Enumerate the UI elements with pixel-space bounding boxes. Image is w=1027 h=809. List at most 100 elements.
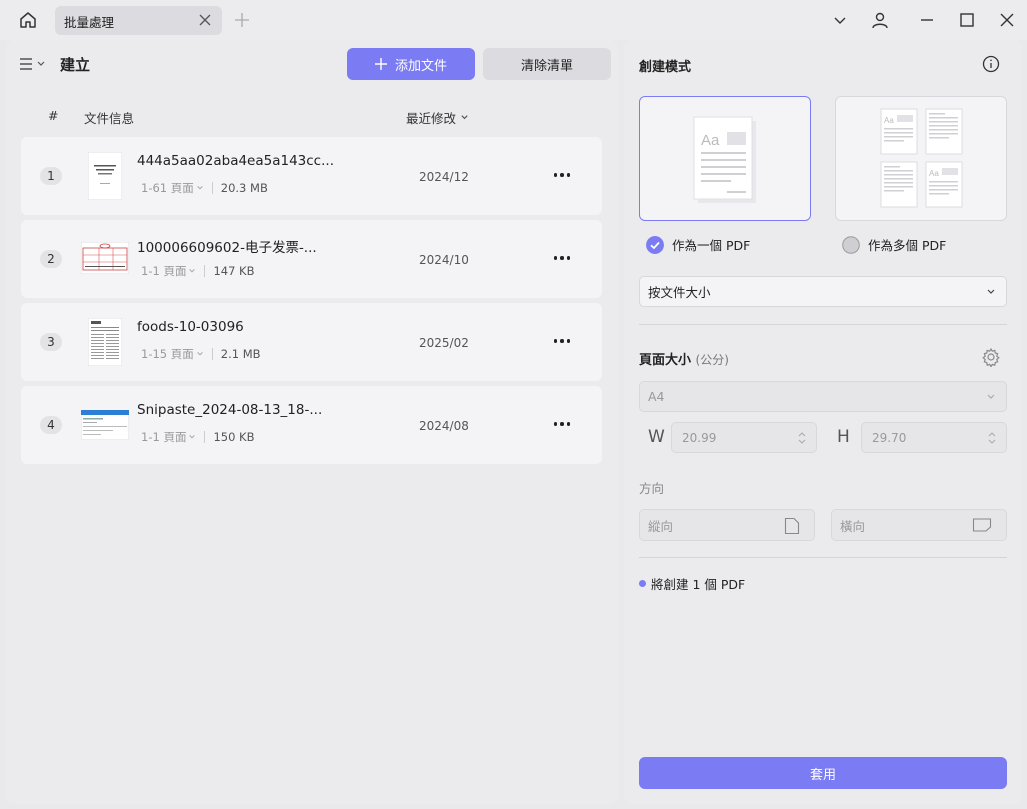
- width-input[interactable]: 20.99: [671, 422, 817, 453]
- file-size: 147 KB: [213, 264, 255, 278]
- title-bar: 批量處理: [0, 0, 1027, 40]
- minimize-icon: [921, 19, 933, 21]
- svg-text:Aa: Aa: [929, 169, 939, 178]
- row-number: 4: [40, 416, 62, 434]
- file-size: 2.1 MB: [220, 347, 261, 361]
- plus-icon: [374, 58, 387, 70]
- file-meta: 1-1 頁面 147 KB: [141, 263, 255, 279]
- minimize-button[interactable]: [917, 10, 937, 30]
- file-name: 100006609602-电子发票-...: [137, 240, 317, 256]
- document-thumbnail: [81, 242, 129, 274]
- portrait-page-icon: [784, 517, 800, 535]
- divider: [211, 348, 213, 360]
- svg-text:Aa: Aa: [701, 132, 720, 149]
- document-thumbnail: [88, 152, 122, 200]
- sort-select-value: 按文件大小: [648, 285, 711, 300]
- file-size: 20.3 MB: [220, 181, 268, 195]
- stepper-arrows-icon[interactable]: [798, 430, 806, 446]
- height-input[interactable]: 29.70: [861, 422, 1007, 453]
- more-options-icon[interactable]: [551, 167, 573, 183]
- clear-list-button[interactable]: 清除清單: [483, 48, 611, 80]
- landscape-page-icon: [972, 518, 992, 532]
- radio-multi-pdf[interactable]: 作為多個 PDF: [842, 235, 946, 254]
- radio-single-pdf[interactable]: 作為一個 PDF: [646, 235, 750, 254]
- apply-button[interactable]: 套用: [639, 757, 1007, 789]
- chevron-down-icon[interactable]: [188, 267, 196, 275]
- chevron-down-icon: [834, 17, 846, 24]
- file-date: 2024/10: [419, 253, 469, 267]
- landscape-button[interactable]: 橫向: [831, 509, 1007, 541]
- page-size-unit: (公分): [695, 353, 729, 367]
- row-number: 1: [40, 167, 62, 185]
- table-row[interactable]: 2 100006609602-电子发票-... 1-1 頁面 147 KB 20…: [21, 220, 602, 298]
- table-row[interactable]: 1 444a5aa02aba4ea5a143cc... 1-61 頁面 20.3…: [21, 137, 602, 215]
- sort-select[interactable]: 按文件大小: [639, 276, 1007, 307]
- settings-panel: 創建模式 Aa Aa Aa 作為一個 PDF 作為多個 PDF 按文件大小 頁面…: [624, 40, 1022, 804]
- more-options-icon[interactable]: [551, 333, 573, 349]
- dropdown-button[interactable]: [830, 10, 850, 30]
- maximize-button[interactable]: [957, 10, 977, 30]
- table-row[interactable]: 4 Snipaste_2024-08-13_18-... 1-1 頁面 150 …: [21, 386, 602, 464]
- file-size: 150 KB: [213, 430, 255, 444]
- menu-toggle[interactable]: [19, 56, 47, 72]
- close-tab-icon[interactable]: [198, 13, 212, 27]
- column-header-number: #: [48, 108, 59, 123]
- create-mode-title: 創建模式: [639, 60, 692, 75]
- chevron-down-icon[interactable]: [196, 350, 204, 358]
- page-range: 1-1 頁面: [141, 264, 187, 278]
- radio-unchecked-icon: [842, 235, 860, 254]
- apply-label: 套用: [809, 767, 836, 783]
- more-options-icon[interactable]: [551, 416, 573, 432]
- orientation-title: 方向: [639, 481, 665, 496]
- home-icon: [20, 12, 36, 28]
- table-row[interactable]: 3 foods-10-03096 1-15 頁面 2.1 MB 2025/02: [21, 303, 602, 381]
- column-header-modified[interactable]: 最近修改: [406, 108, 469, 127]
- account-button[interactable]: [870, 10, 890, 30]
- clear-list-label: 清除清單: [520, 58, 573, 74]
- multi-pdf-card[interactable]: Aa Aa: [835, 96, 1007, 221]
- more-options-icon[interactable]: [551, 250, 573, 266]
- file-date: 2025/02: [419, 336, 469, 350]
- file-name: 444a5aa02aba4ea5a143cc...: [137, 153, 334, 169]
- radio-multi-label: 作為多個 PDF: [868, 238, 947, 253]
- file-meta: 1-1 頁面 150 KB: [141, 429, 255, 445]
- gear-icon[interactable]: [981, 347, 1001, 367]
- landscape-label: 橫向: [840, 518, 866, 534]
- page-range: 1-15 頁面: [141, 347, 194, 361]
- row-number: 3: [40, 333, 62, 351]
- single-document-illustration: Aa: [693, 116, 756, 203]
- close-icon: [1000, 13, 1014, 27]
- stepper-arrows-icon[interactable]: [988, 430, 996, 446]
- new-tab-icon[interactable]: [232, 10, 252, 30]
- width-label: W: [648, 427, 665, 447]
- file-meta: 1-15 頁面 2.1 MB: [141, 346, 261, 362]
- divider: [211, 182, 213, 194]
- page-size-select[interactable]: A4: [639, 381, 1007, 412]
- height-label: H: [837, 427, 850, 447]
- add-file-button[interactable]: 添加文件: [347, 48, 475, 80]
- maximize-icon: [960, 13, 974, 27]
- single-pdf-card[interactable]: Aa: [639, 96, 811, 221]
- file-name: Snipaste_2024-08-13_18-...: [137, 402, 323, 418]
- info-icon[interactable]: [982, 55, 1000, 73]
- page-size-title-text: 頁面大小: [639, 353, 692, 368]
- page-range: 1-61 頁面: [141, 181, 194, 195]
- tab-label: 批量處理: [64, 15, 115, 30]
- add-file-label: 添加文件: [394, 58, 447, 74]
- document-thumbnail: [88, 318, 122, 366]
- column-header-info: 文件信息: [84, 111, 135, 126]
- chevron-down-icon: [37, 61, 45, 66]
- panel-title: 建立: [60, 56, 91, 74]
- home-button[interactable]: [14, 8, 42, 32]
- divider: [639, 324, 1007, 325]
- tab-batch-process[interactable]: 批量處理: [55, 6, 222, 35]
- column-header-modified-label: 最近修改: [406, 111, 457, 126]
- chevron-down-icon[interactable]: [188, 433, 196, 441]
- divider: [204, 431, 206, 443]
- close-window-button[interactable]: [997, 10, 1017, 30]
- portrait-button[interactable]: 縱向: [639, 509, 815, 541]
- chevron-down-icon[interactable]: [196, 184, 204, 192]
- radio-single-label: 作為一個 PDF: [672, 238, 751, 253]
- bullet: [639, 580, 646, 587]
- row-number: 2: [40, 250, 62, 268]
